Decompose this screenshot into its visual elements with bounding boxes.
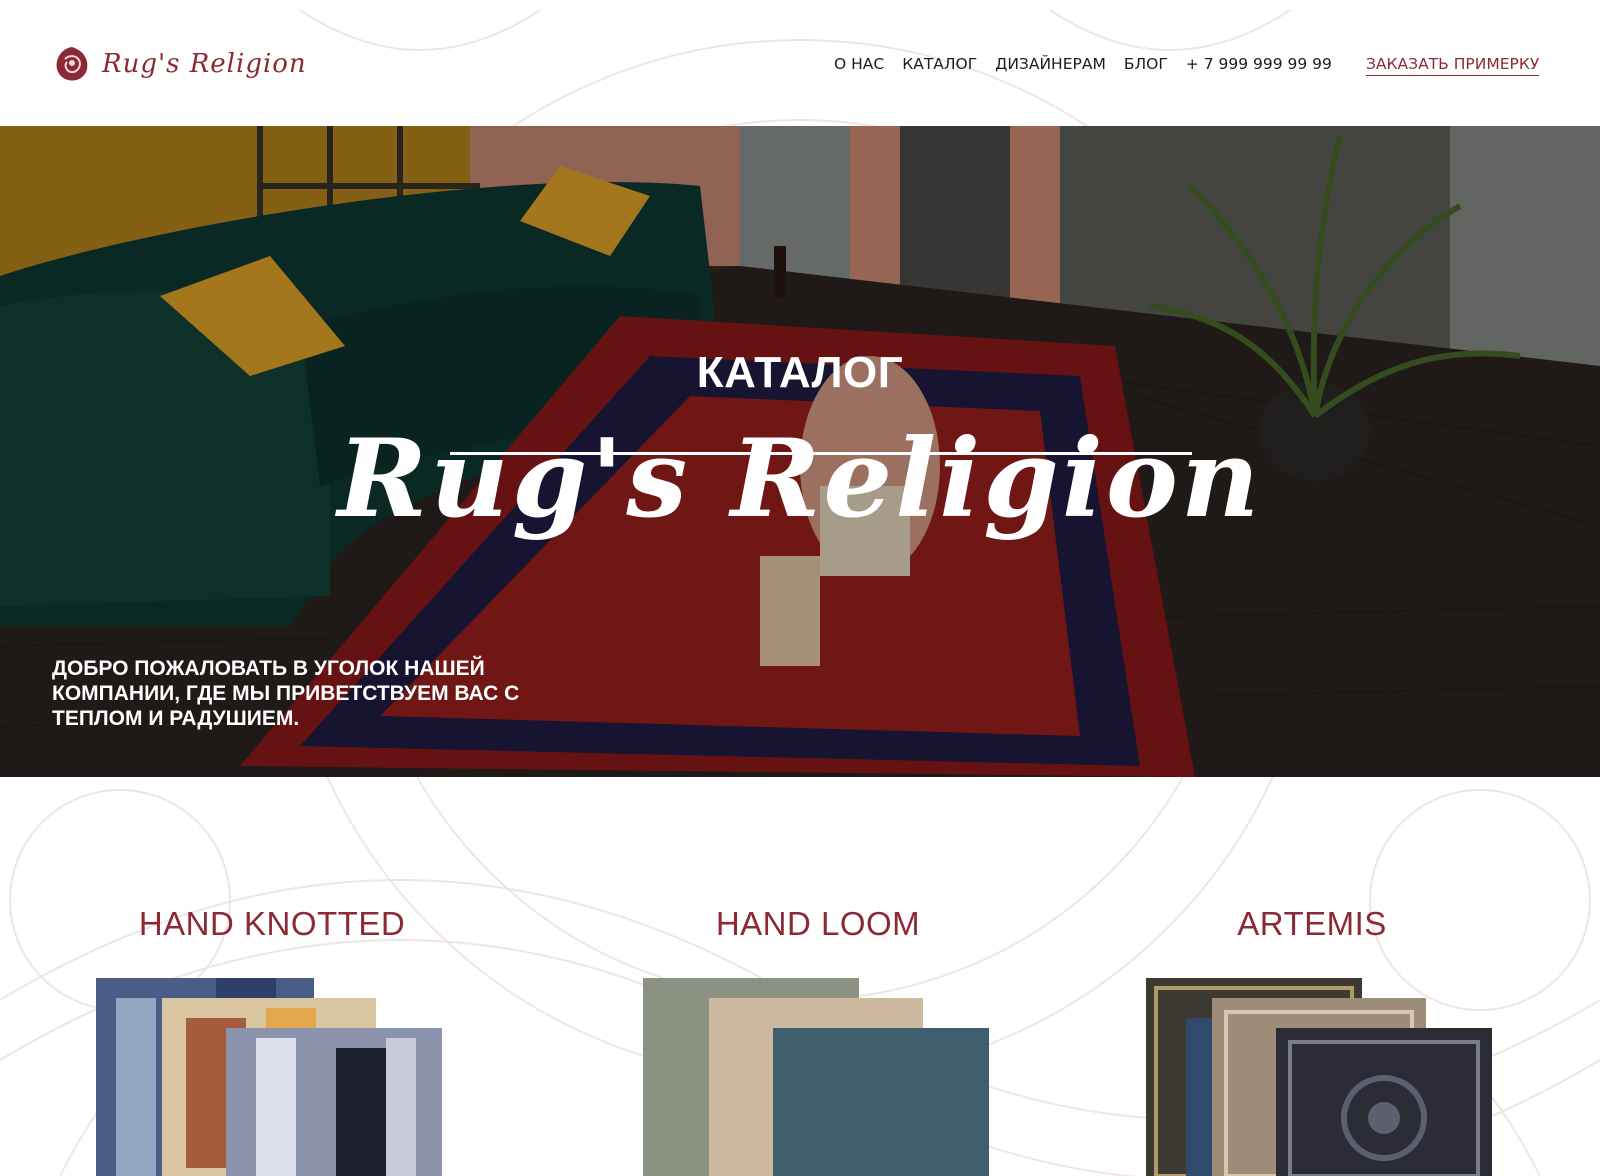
- category-card-artemis[interactable]: [1146, 978, 1526, 1176]
- phone-link[interactable]: + 7 999 999 99 99: [1186, 55, 1332, 73]
- nav-item-about[interactable]: О НАС: [834, 55, 884, 73]
- category-title-hand-loom[interactable]: HAND LOOM: [618, 905, 1018, 943]
- hero-title-rule: [450, 452, 1192, 455]
- site-header: Rug's Religion О НАС КАТАЛОГ ДИЗАЙНЕРАМ …: [0, 0, 1600, 126]
- hero-banner: КАТАЛОГ Rug's Religion ДОБРО ПОЖАЛОВАТЬ …: [0, 126, 1600, 777]
- category-card-hand-knotted[interactable]: [96, 978, 476, 1176]
- nav-item-catalog[interactable]: КАТАЛОГ: [902, 55, 977, 73]
- nav-item-designers[interactable]: ДИЗАЙНЕРАМ: [995, 55, 1106, 73]
- category-title-artemis[interactable]: ARTEMIS: [1112, 905, 1512, 943]
- hero-title: Rug's Religion: [337, 416, 1263, 542]
- hand-knotted-rug-stack: [96, 978, 442, 1176]
- category-title-hand-knotted[interactable]: HAND KNOTTED: [72, 905, 472, 943]
- hand-loom-rug-stack: [643, 978, 989, 1176]
- hero-kicker: КАТАЛОГ: [696, 348, 904, 397]
- site-logo[interactable]: Rug's Religion: [52, 44, 307, 84]
- logo-emblem-icon: [56, 47, 88, 81]
- main-nav: О НАС КАТАЛОГ ДИЗАЙНЕРАМ БЛОГ + 7 999 99…: [834, 55, 1332, 73]
- artemis-rug-stack: [1146, 978, 1492, 1176]
- nav-item-blog[interactable]: БЛОГ: [1124, 55, 1168, 73]
- logo-wordmark: Rug's Religion: [102, 49, 307, 79]
- hero-welcome-text: ДОБРО ПОЖАЛОВАТЬ В УГОЛОК НАШЕЙ КОМПАНИИ…: [52, 657, 520, 730]
- order-fitting-link[interactable]: ЗАКАЗАТЬ ПРИМЕРКУ: [1366, 55, 1540, 76]
- category-card-hand-loom[interactable]: [643, 978, 1023, 1176]
